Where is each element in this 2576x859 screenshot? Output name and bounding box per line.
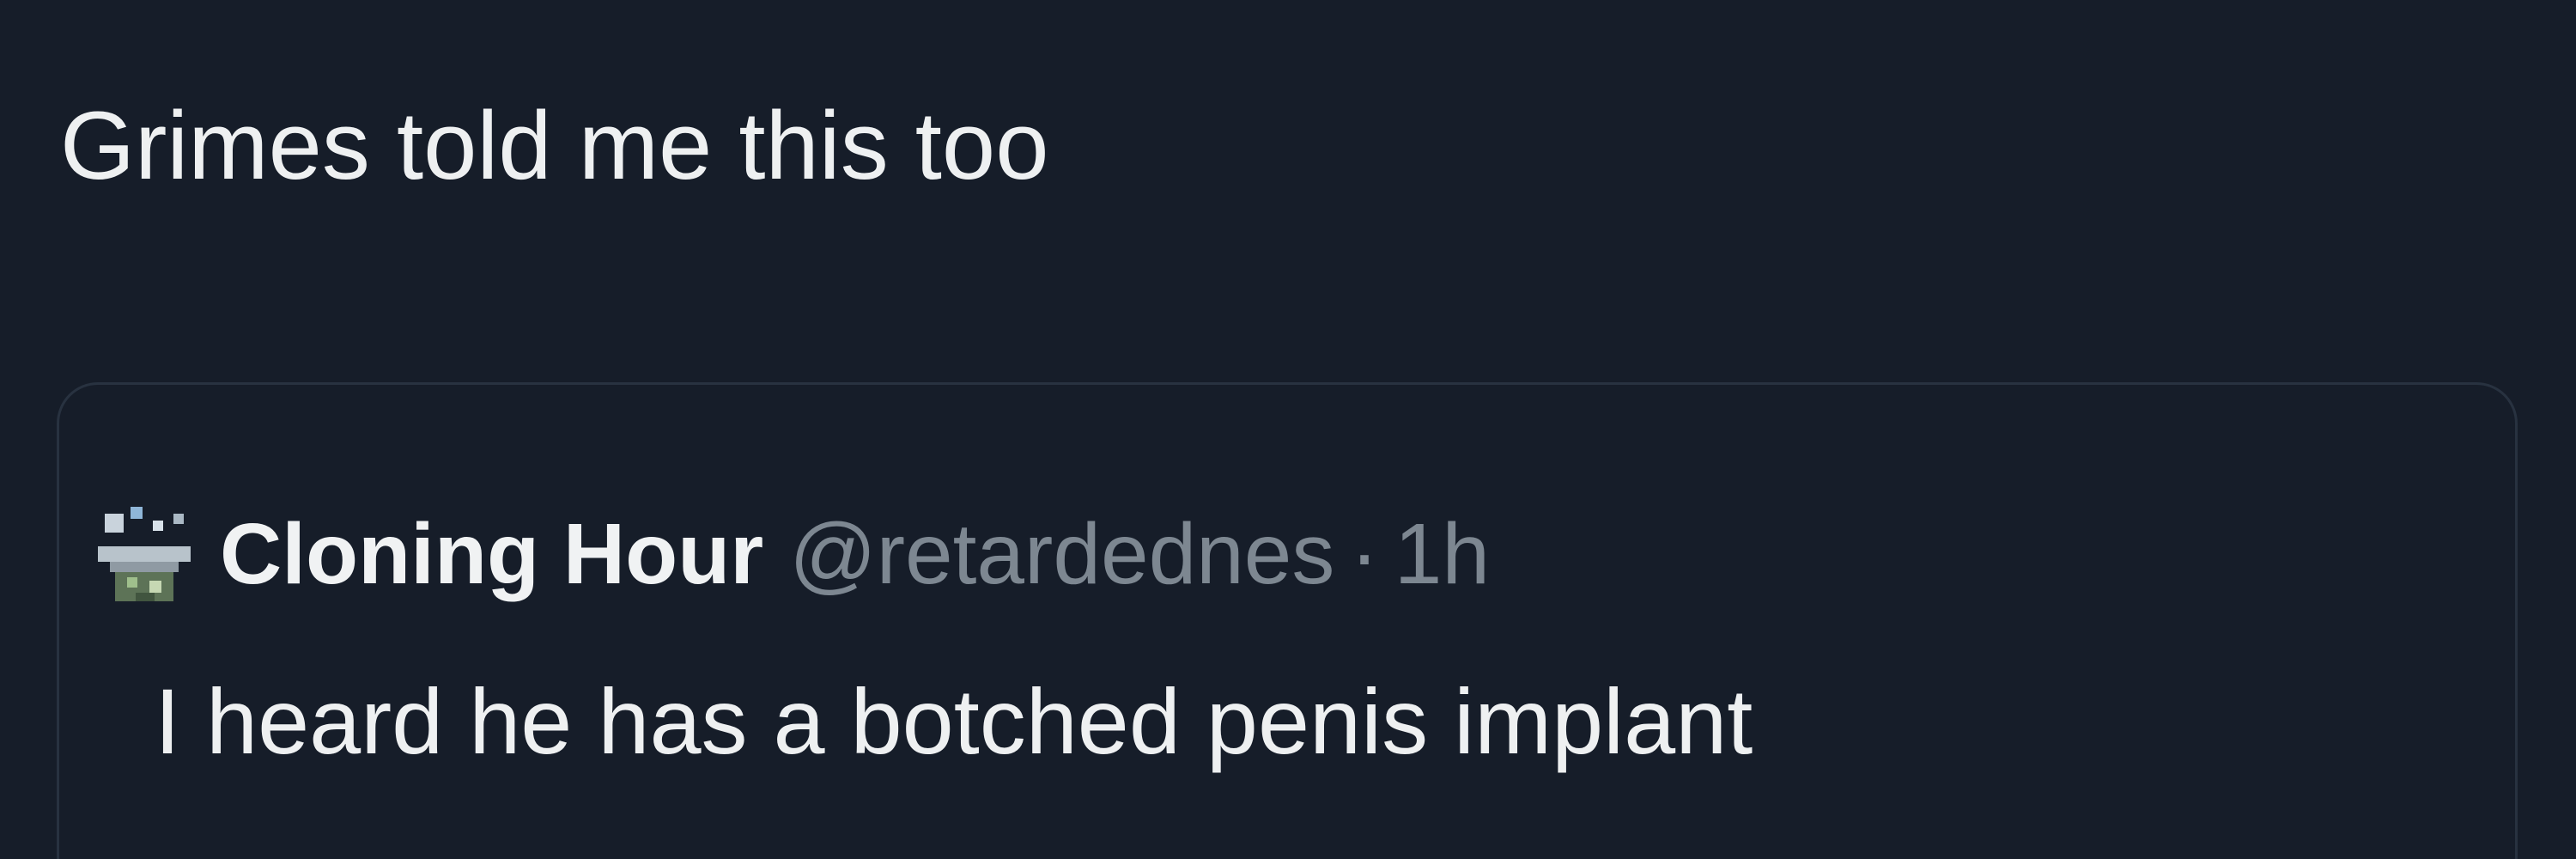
pixel-art-avatar-icon[interactable] (93, 498, 196, 610)
meta-separator: · (1350, 505, 1379, 602)
quoted-tweet-header: Cloning Hour @retardednes · 1h (93, 481, 1490, 627)
quoted-display-name[interactable]: Cloning Hour (220, 505, 763, 604)
quoted-handle[interactable]: @retardednes (789, 505, 1334, 604)
quoted-tweet-text: I heard he has a botched penis implant (155, 669, 1753, 773)
quoted-timestamp[interactable]: 1h (1394, 505, 1490, 604)
tweet-text: Grimes told me this too (60, 92, 1049, 199)
